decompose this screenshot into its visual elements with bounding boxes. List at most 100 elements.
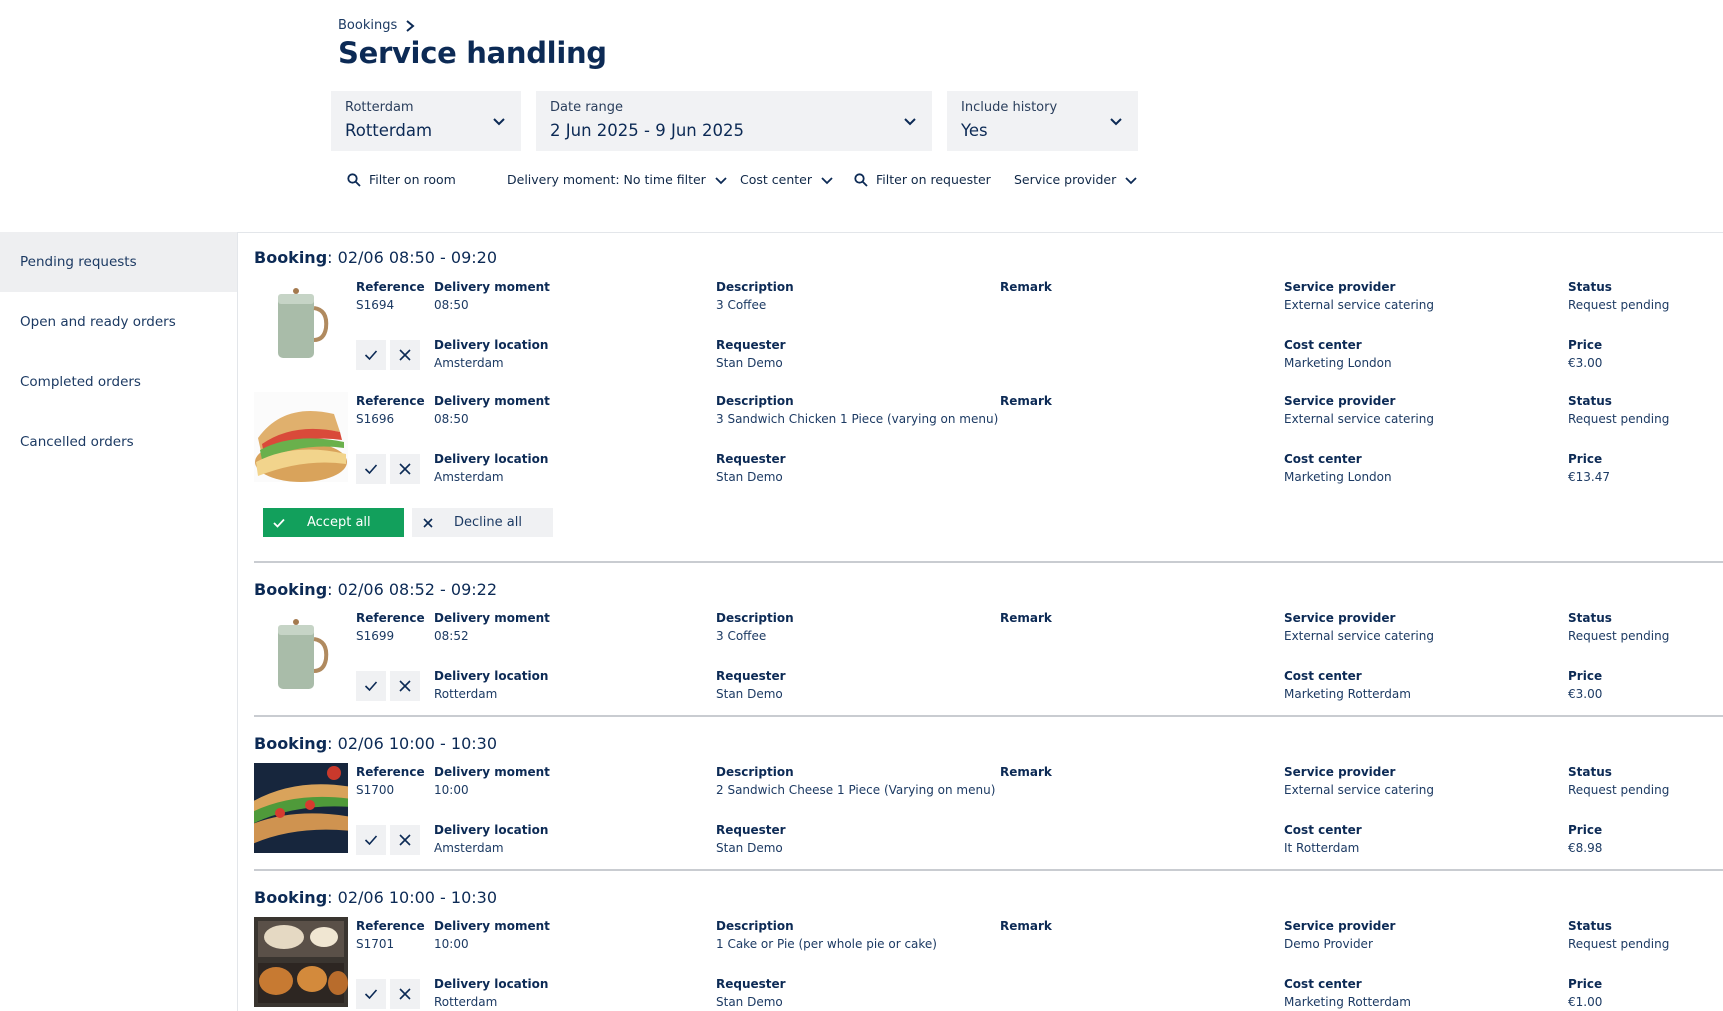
field-price: Price €13.47 [1568, 450, 1610, 486]
accept-order-button[interactable] [356, 340, 386, 370]
check-icon [364, 681, 378, 692]
field-cost-center: Cost center It Rotterdam [1284, 821, 1362, 857]
field-value: Amsterdam [434, 356, 504, 370]
chevron-down-icon [715, 176, 727, 184]
accept-order-button[interactable] [356, 671, 386, 701]
close-icon [423, 517, 433, 528]
field-requester: Requester Stan Demo [716, 667, 786, 703]
building-select[interactable]: Rotterdam Rotterdam [331, 91, 521, 151]
accept-order-button[interactable] [356, 825, 386, 855]
filter-service-provider[interactable]: Service provider [1014, 172, 1138, 187]
field-label: Delivery moment [434, 611, 550, 625]
filter-requester-label: Filter on requester [876, 172, 991, 187]
field-label: Service provider [1284, 919, 1396, 933]
search-icon [347, 172, 361, 187]
field-value: S1694 [356, 298, 395, 312]
sidebar-item-cancelled-orders[interactable]: Cancelled orders [0, 412, 237, 472]
accept-all-button[interactable]: Accept all [263, 508, 404, 537]
bookings-list: Booking: 02/06 08:50 - 09:20 Reference S1… [254, 232, 1723, 1011]
decline-order-button[interactable] [390, 979, 420, 1009]
field-label: Reference [356, 394, 425, 408]
field-label: Reference [356, 765, 425, 779]
filter-cost-center[interactable]: Cost center [740, 172, 834, 187]
field-description: Description 1 Cake or Pie (per whole pie … [716, 917, 937, 953]
field-status: Status Request pending [1568, 763, 1669, 799]
field-value: Rotterdam [434, 687, 498, 701]
field-label: Price [1568, 338, 1603, 352]
field-value: Demo Provider [1284, 937, 1373, 951]
field-price: Price €3.00 [1568, 667, 1602, 703]
search-icon [854, 172, 868, 187]
date-range-select[interactable]: Date range 2 Jun 2025 - 9 Jun 2025 [536, 91, 932, 151]
filter-requester[interactable]: Filter on requester [854, 172, 991, 187]
date-range-label: Date range [550, 100, 624, 115]
field-label: Delivery moment [434, 394, 550, 408]
field-status: Status Request pending [1568, 917, 1669, 953]
field-reference: Reference S1701 [356, 917, 425, 953]
field-value: 10:00 [434, 937, 469, 951]
sidebar-item-pending-requests[interactable]: Pending requests [0, 232, 237, 292]
field-service-provider: Service provider Demo Provider [1284, 917, 1395, 953]
field-delivery-moment: Delivery moment 08:52 [434, 609, 550, 645]
sidebar-item-completed-orders[interactable]: Completed orders [0, 352, 237, 412]
decline-order-button[interactable] [390, 671, 420, 701]
field-label: Delivery location [434, 669, 549, 683]
filter-room-label: Filter on room [369, 172, 456, 187]
field-label: Requester [716, 338, 786, 352]
field-value: It Rotterdam [1284, 841, 1360, 855]
field-label: Cost center [1284, 338, 1362, 352]
field-service-provider: Service provider External service caterin… [1284, 763, 1434, 799]
sidebar-item-open-and-ready-orders[interactable]: Open and ready orders [0, 292, 237, 352]
field-requester: Requester Stan Demo [716, 975, 786, 1011]
booking-title: Booking: 02/06 08:52 - 09:22 [254, 580, 497, 599]
field-value: Marketing Rotterdam [1284, 995, 1411, 1009]
field-cost-center: Cost center Marketing London [1284, 336, 1392, 372]
sidebar-item-label: Completed orders [20, 374, 141, 390]
field-label: Cost center [1284, 669, 1362, 683]
field-value: Stan Demo [716, 995, 783, 1009]
field-value: Stan Demo [716, 470, 783, 484]
field-value: 08:50 [434, 298, 469, 312]
breadcrumb-bookings-link[interactable]: Bookings [338, 18, 397, 33]
field-label: Service provider [1284, 280, 1396, 294]
chevron-down-icon [493, 118, 505, 126]
field-requester: Requester Stan Demo [716, 450, 786, 486]
decline-order-button[interactable] [390, 340, 420, 370]
accept-order-button[interactable] [356, 979, 386, 1009]
check-icon [364, 464, 378, 475]
breadcrumb[interactable]: Bookings [338, 18, 415, 33]
field-description: Description 3 Coffee [716, 278, 794, 314]
field-delivery-moment: Delivery moment 08:50 [434, 392, 550, 428]
check-icon [364, 835, 378, 846]
check-icon [273, 518, 285, 528]
field-reference: Reference S1696 [356, 392, 425, 428]
order-row: Reference S1699 Delivery moment 08:52 Descri… [254, 609, 1723, 701]
field-value: 3 Coffee [716, 629, 767, 643]
field-price: Price €8.98 [1568, 821, 1602, 857]
field-label: Remark [1000, 611, 1052, 625]
decline-all-button[interactable]: Decline all [412, 508, 553, 537]
accept-all-label: Accept all [307, 515, 371, 530]
booking-card: Booking: 02/06 08:52 - 09:22 Reference S1… [254, 563, 1723, 717]
decline-order-button[interactable] [390, 825, 420, 855]
include-history-select[interactable]: Include history Yes [947, 91, 1138, 151]
filter-delivery-moment[interactable]: Delivery moment: No time filter [507, 172, 728, 187]
decline-order-button[interactable] [390, 454, 420, 484]
field-label: Delivery moment [434, 765, 550, 779]
accept-order-button[interactable] [356, 454, 386, 484]
chevron-right-icon [406, 19, 415, 32]
field-value: Stan Demo [716, 356, 783, 370]
field-label: Status [1568, 280, 1612, 294]
field-value: €3.00 [1568, 687, 1603, 701]
include-history-label: Include history [961, 100, 1058, 115]
field-label: Description [716, 394, 794, 408]
field-status: Status Request pending [1568, 392, 1669, 428]
field-label: Service provider [1284, 765, 1396, 779]
field-value: Marketing London [1284, 470, 1392, 484]
field-value: Request pending [1568, 298, 1670, 312]
chevron-down-icon [904, 118, 916, 126]
order-row: Reference S1696 Delivery moment 08:50 Descri… [254, 392, 1723, 484]
booking-title: Booking: 02/06 10:00 - 10:30 [254, 734, 497, 753]
field-label: Price [1568, 977, 1603, 991]
filter-room[interactable]: Filter on room [347, 172, 456, 187]
